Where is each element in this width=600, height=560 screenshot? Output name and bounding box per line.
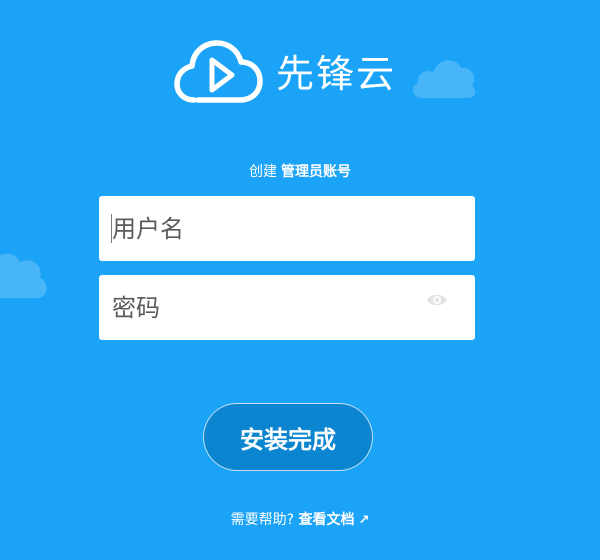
brand-logo: 先锋云 <box>172 40 432 108</box>
background-cloud-left <box>0 253 47 298</box>
username-input[interactable] <box>99 196 475 261</box>
heading-prefix: 创建 <box>249 164 277 180</box>
form-heading: 创建 管理员账号 <box>0 163 600 181</box>
eye-icon[interactable] <box>426 292 448 308</box>
password-input[interactable] <box>99 275 475 340</box>
heading-strong: 管理员账号 <box>281 164 351 180</box>
brand-name: 先锋云 <box>276 52 397 96</box>
username-field-container <box>99 196 475 261</box>
text-cursor <box>111 214 112 243</box>
finish-install-button[interactable]: 安装完成 <box>203 403 373 471</box>
view-docs-label: 查看文档 <box>298 512 355 528</box>
help-prefix: 需要帮助? <box>230 512 295 528</box>
password-field-container <box>99 275 475 340</box>
cloud-play-icon <box>174 40 263 103</box>
external-arrow-icon: ↗ <box>358 513 370 528</box>
help-line: 需要帮助? 查看文档 ↗ <box>0 511 600 530</box>
view-docs-link[interactable]: 查看文档 ↗ <box>298 512 369 528</box>
